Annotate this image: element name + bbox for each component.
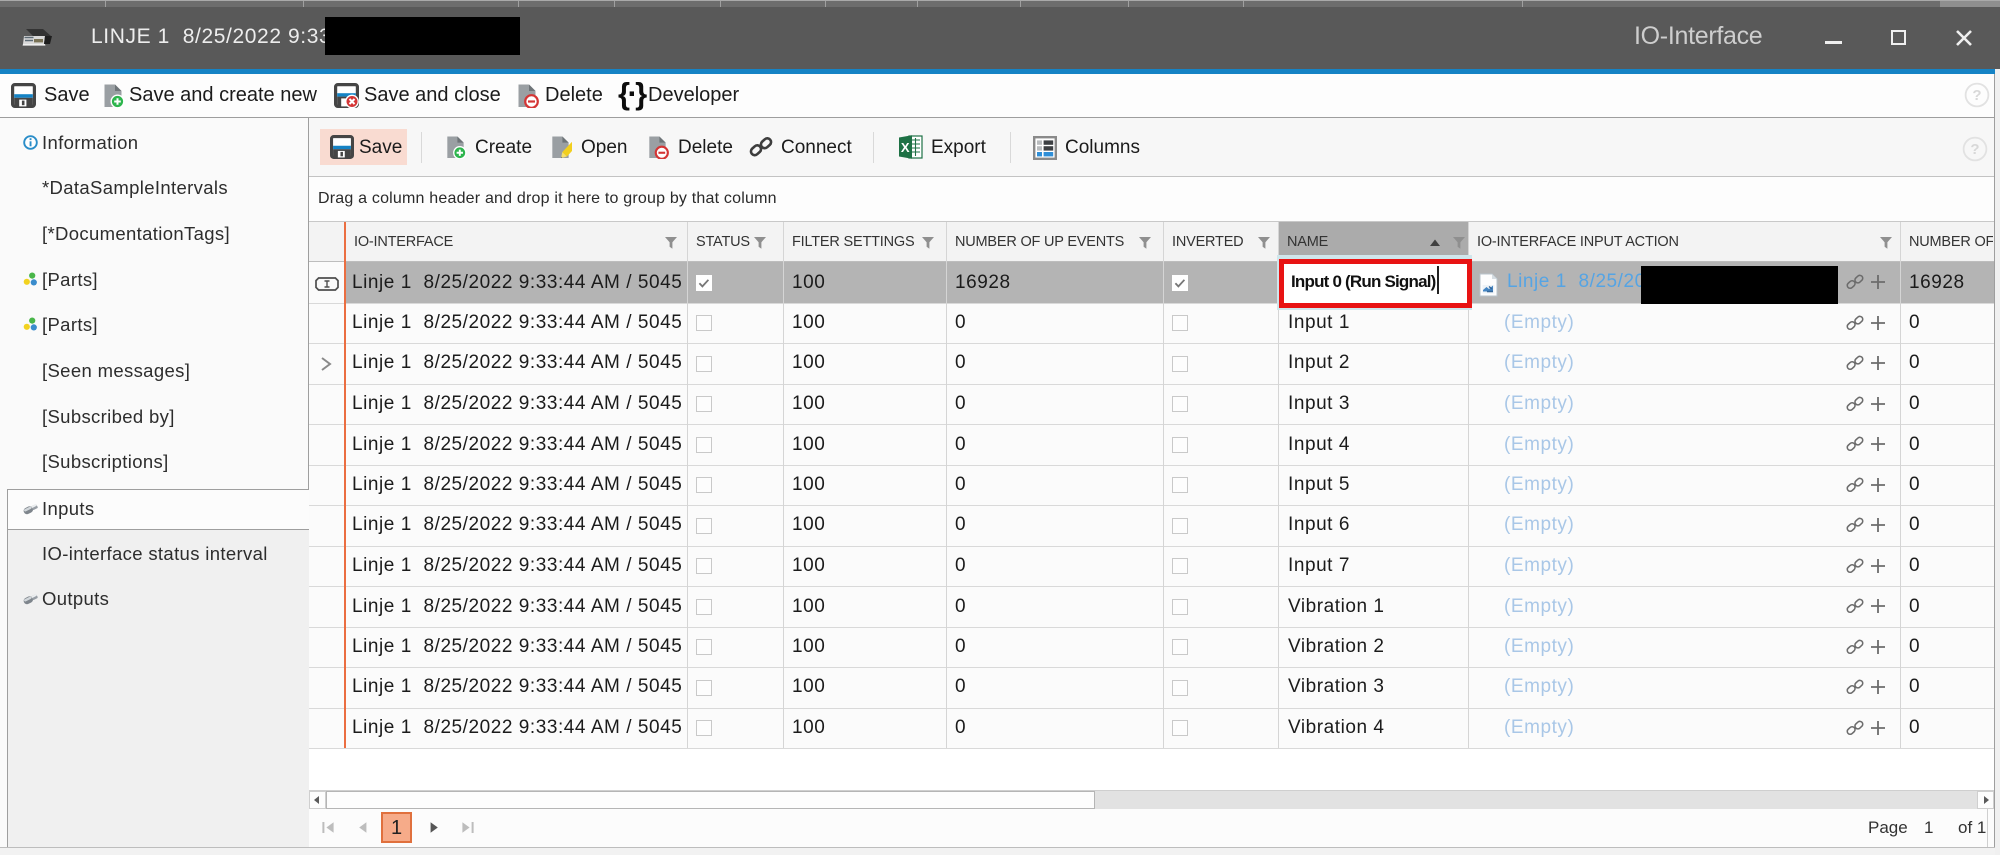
svg-text:X: X [901, 140, 910, 155]
svg-text:?: ? [1972, 87, 1981, 104]
svg-text:?: ? [1970, 141, 1979, 158]
